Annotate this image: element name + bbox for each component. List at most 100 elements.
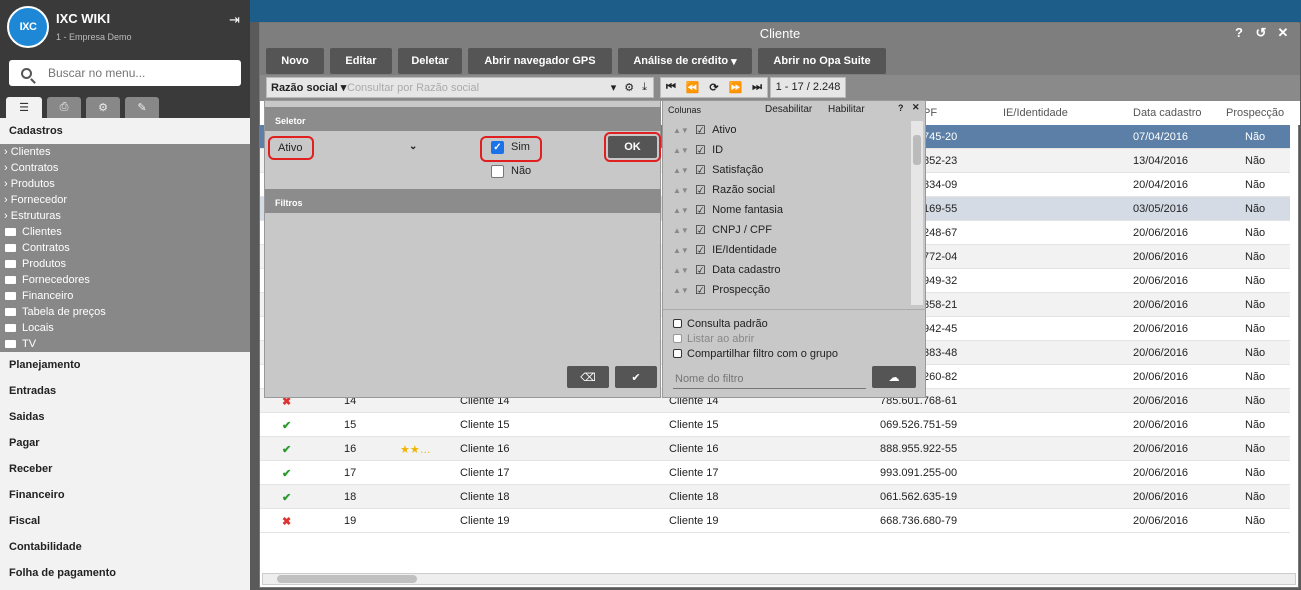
column-option[interactable]: ▲▼ ☑ ID — [673, 140, 723, 160]
selector-dropdown[interactable]: Ativo — [268, 136, 314, 160]
ok-button[interactable]: OK — [608, 136, 657, 158]
drag-handle-icon[interactable]: ▲▼ — [673, 186, 695, 195]
nao-checkbox[interactable] — [491, 165, 504, 178]
checkbox-checked-icon[interactable]: ☑ — [695, 243, 709, 257]
menu-item[interactable]: Saidas — [0, 404, 250, 430]
checkbox-checked-icon[interactable]: ☑ — [695, 123, 709, 137]
checkbox-checked-icon[interactable]: ☑ — [695, 203, 709, 217]
editar-button[interactable]: Editar — [330, 48, 392, 74]
menu-item[interactable]: Folha de pagamento — [0, 560, 250, 586]
folder-item[interactable]: Tabela de preços — [0, 304, 250, 320]
analise-credito-button[interactable]: Análise de crédito ▾ — [618, 48, 752, 74]
tree-item[interactable]: › Estruturas — [0, 208, 250, 224]
folder-item[interactable]: Locais — [0, 320, 250, 336]
checkbox-checked-icon[interactable]: ☑ — [695, 263, 709, 277]
column-option[interactable]: ▲▼ ☑ Satisfação — [673, 160, 763, 180]
opa-suite-button[interactable]: Abrir no Opa Suite — [758, 48, 886, 74]
sim-checkbox[interactable]: ✓ — [491, 141, 504, 154]
checkbox-checked-icon[interactable]: ☑ — [695, 143, 709, 157]
col-prospeccao[interactable]: Prospecção — [1226, 107, 1284, 119]
folder-item[interactable]: Contratos — [0, 240, 250, 256]
column-option[interactable]: ▲▼ ☑ CNPJ / CPF — [673, 220, 772, 240]
compartilhar-checkbox[interactable] — [673, 349, 682, 358]
deletar-button[interactable]: Deletar — [398, 48, 462, 74]
checkbox-checked-icon[interactable]: ☑ — [695, 283, 709, 297]
table-row[interactable]: ✖ 19 Cliente 19 Cliente 19 668.736.680-79 20/… — [260, 509, 1290, 533]
checkbox-checked-icon[interactable]: ☑ — [695, 183, 709, 197]
first-page-icon[interactable]: ⏮ — [666, 81, 676, 94]
history-icon[interactable]: ↺ — [1254, 26, 1268, 40]
next-page-icon[interactable]: ⏩ — [729, 81, 743, 94]
ok-button-highlight[interactable]: OK — [604, 132, 661, 162]
eraser-button[interactable]: ⌫ — [567, 366, 609, 388]
column-option[interactable]: ▲▼ ☑ Ativo — [673, 120, 737, 140]
consulta-padrao-option[interactable]: Consulta padrão — [673, 318, 768, 330]
col-ie[interactable]: IE/Identidade — [1003, 107, 1068, 119]
tab-wrench-icon[interactable]: ✎ — [125, 97, 159, 118]
dropdown-icon[interactable]: ▾ — [611, 81, 617, 94]
consulta-padrao-checkbox[interactable] — [673, 319, 682, 328]
help-icon[interactable]: ? — [1232, 26, 1246, 40]
menu-search[interactable] — [9, 60, 241, 86]
tree-item[interactable]: › Produtos — [0, 176, 250, 192]
drag-handle-icon[interactable]: ▲▼ — [673, 266, 695, 275]
drag-handle-icon[interactable]: ▲▼ — [673, 206, 695, 215]
checkbox-checked-icon[interactable]: ☑ — [695, 223, 709, 237]
column-option[interactable]: ▲▼ ☑ Nome fantasia — [673, 200, 783, 220]
folder-item[interactable]: Financeiro — [0, 288, 250, 304]
gps-button[interactable]: Abrir navegador GPS — [468, 48, 612, 74]
col-data-cadastro[interactable]: Data cadastro — [1133, 107, 1201, 119]
tree-item[interactable]: › Fornecedor — [0, 192, 250, 208]
apply-button[interactable]: ✔ — [615, 366, 657, 388]
table-row[interactable]: ✔ 15 Cliente 15 Cliente 15 069.526.751-59 20/… — [260, 413, 1290, 437]
drag-handle-icon[interactable]: ▲▼ — [673, 166, 695, 175]
table-row[interactable]: ✔ 18 Cliente 18 Cliente 18 061.562.635-19 20/… — [260, 485, 1290, 509]
filter-name-input[interactable] — [673, 369, 866, 389]
help-icon[interactable]: ? — [898, 103, 904, 113]
search-box[interactable]: Razão social ▾ Consultar por Razão socia… — [266, 77, 654, 98]
tab-print-icon[interactable]: ⎙ — [47, 97, 81, 118]
refresh-icon[interactable]: ⟳ — [709, 81, 718, 94]
disable-all-link[interactable]: Desabilitar — [765, 104, 812, 115]
prev-page-icon[interactable]: ⏪ — [686, 81, 700, 94]
table-row[interactable]: ✔ 16 ★★… Cliente 16 Cliente 16 888.955.922-55… — [260, 437, 1290, 461]
save-filter-button[interactable]: ☁ — [872, 366, 916, 388]
search-field-select[interactable]: Razão social ▾ — [267, 81, 347, 94]
enable-all-link[interactable]: Habilitar — [828, 104, 865, 115]
checkbox-checked-icon[interactable]: ☑ — [695, 163, 709, 177]
folder-item[interactable]: Clientes — [0, 224, 250, 240]
menu-item[interactable]: Receber — [0, 456, 250, 482]
chevron-down-icon[interactable]: ⌄ — [409, 141, 417, 152]
close-icon[interactable]: ✕ — [1276, 26, 1290, 40]
column-option[interactable]: ▲▼ ☑ Data cadastro — [673, 260, 781, 280]
column-option[interactable]: ▲▼ ☑ Razão social — [673, 180, 775, 200]
compartilhar-option[interactable]: Compartilhar filtro com o grupo — [673, 348, 838, 360]
scroll-thumb[interactable] — [277, 575, 417, 583]
tab-list-icon[interactable]: ☰ — [6, 97, 42, 118]
tree-item[interactable]: › Contratos — [0, 160, 250, 176]
section-cadastros[interactable]: Cadastros — [0, 118, 250, 144]
drag-handle-icon[interactable]: ▲▼ — [673, 126, 695, 135]
menu-item[interactable]: Entradas — [0, 378, 250, 404]
logout-icon[interactable]: ⇥ — [229, 12, 240, 28]
folder-item[interactable]: Produtos — [0, 256, 250, 272]
columns-scroll-thumb[interactable] — [913, 135, 921, 165]
folder-item[interactable]: TV — [0, 336, 250, 352]
menu-item[interactable]: Planejamento — [0, 352, 250, 378]
horizontal-scrollbar[interactable] — [262, 573, 1296, 585]
menu-item[interactable]: Fiscal — [0, 508, 250, 534]
drag-handle-icon[interactable]: ▲▼ — [673, 246, 695, 255]
last-page-icon[interactable]: ⏭ — [752, 81, 762, 94]
filter-settings-icon[interactable]: ⚙ — [624, 81, 634, 94]
search-query[interactable]: Consultar por Razão social — [347, 82, 611, 94]
drag-handle-icon[interactable]: ▲▼ — [673, 286, 695, 295]
drag-handle-icon[interactable]: ▲▼ — [673, 146, 695, 155]
columns-scrollbar[interactable] — [911, 121, 923, 305]
table-row[interactable]: ✔ 17 Cliente 17 Cliente 17 993.091.255-00 20/… — [260, 461, 1290, 485]
drag-handle-icon[interactable]: ▲▼ — [673, 226, 695, 235]
close-icon[interactable]: ✕ — [912, 102, 920, 113]
tab-gears-icon[interactable]: ⚙ — [86, 97, 120, 118]
menu-item[interactable]: Contabilidade — [0, 534, 250, 560]
download-icon[interactable]: ⤓ — [642, 81, 647, 94]
menu-item[interactable]: Financeiro — [0, 482, 250, 508]
